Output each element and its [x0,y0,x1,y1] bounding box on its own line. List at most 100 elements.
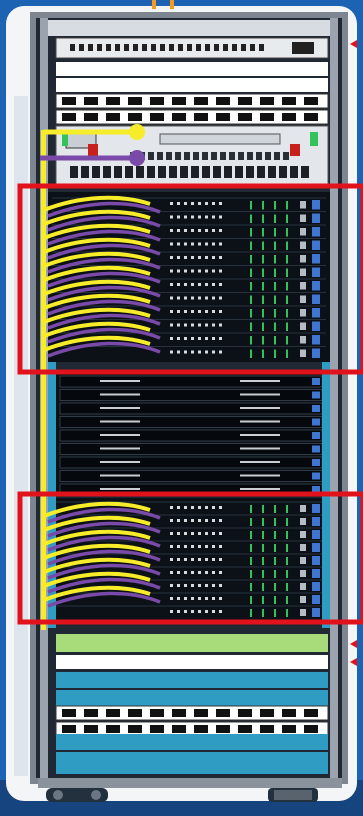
server-green-link [262,214,264,223]
pdu-outlet [150,725,164,733]
server-led [212,610,215,613]
server-gray-port [300,583,306,590]
server-gray-port [300,268,306,276]
server-green-link [274,255,276,264]
server-led [219,545,222,548]
server-led [205,323,208,327]
server-led [198,519,201,522]
server-led [177,597,180,600]
server-led [191,506,194,509]
top-device-port [259,44,264,51]
server-led [191,310,194,313]
server-led [191,202,194,205]
server-led [191,597,194,600]
server-green-link [274,609,276,617]
caster-wheel-icon [268,788,318,802]
server-green-link [286,214,288,223]
switch-port [202,152,208,160]
switch-port-lower [257,166,265,178]
server-green-link [250,282,252,291]
switch-port-lower [213,166,221,178]
server-led [219,323,222,327]
server-led [212,545,215,548]
server-led [184,323,187,327]
switch-port-lower [136,166,144,178]
server-green-link [262,201,264,210]
pdu-outlet [84,113,98,121]
server-gray-port [300,609,306,616]
server-green-link [286,583,288,591]
teal-band-base [56,752,328,774]
server-led [177,558,180,561]
server-led [170,323,173,327]
switch-port [166,152,172,160]
server-blue-port [312,556,320,565]
server-led [198,202,201,205]
server-led [184,202,187,205]
pdu-outlet [62,725,76,733]
server-led [198,256,201,259]
server-led [198,310,201,313]
pdu-outlet [216,709,230,717]
server-led [177,571,180,574]
server-label-stripe [100,474,140,477]
server-green-link [274,282,276,291]
server-led [177,229,180,232]
server-blue-port [312,213,320,223]
switch-port [211,152,217,160]
server-led [212,283,215,286]
pdu-outlet [106,709,120,717]
switch-port [220,152,226,160]
server-led [198,532,201,535]
pdu-outlet [304,725,318,733]
pdu-outlet [260,709,274,717]
top-device-port [187,44,192,51]
server-led [205,283,208,286]
caster-wheel-icon [46,788,108,802]
server-led [191,337,194,340]
switch-port-lower [279,166,287,178]
yellow-connector [129,124,145,140]
server-led [170,519,173,522]
pdu-outlet [282,97,296,105]
rack-rail-right [330,18,338,778]
server-green-link [286,268,288,277]
server-led [170,350,173,354]
server-green-link [262,255,264,264]
top-device-port [124,44,129,51]
server-led [205,597,208,600]
server-led [212,296,215,300]
server-blue-port [312,445,320,453]
server-led [198,296,201,300]
server-led [212,532,215,535]
pdu-outlet [128,97,142,105]
server-green-link [286,228,288,237]
server-label-stripe [100,447,140,450]
server-green-link [286,241,288,250]
server-unit [59,416,323,428]
server-unit [59,429,323,442]
server-blue-port [312,405,320,412]
server-led [191,519,194,522]
top-device-port [223,44,228,51]
server-green-link [262,336,264,345]
pdu-outlet [216,113,230,121]
server-green-link [274,544,276,552]
server-led [170,215,173,219]
server-led [198,597,201,600]
pdu-outlet [260,725,274,733]
pdu-outlet [194,113,208,121]
pdu-outlet [62,97,76,105]
server-label-stripe [240,393,280,396]
server-led [212,558,215,561]
server-led [198,506,201,509]
server-led [184,215,187,219]
server-label-stripe [240,420,280,423]
pdu-outlet [128,709,142,717]
server-label-stripe [240,474,280,477]
server-blue-port [312,543,320,552]
pdu-outlet [84,725,98,733]
server-led [177,584,180,587]
server-led [219,337,222,340]
server-green-link [262,609,264,617]
